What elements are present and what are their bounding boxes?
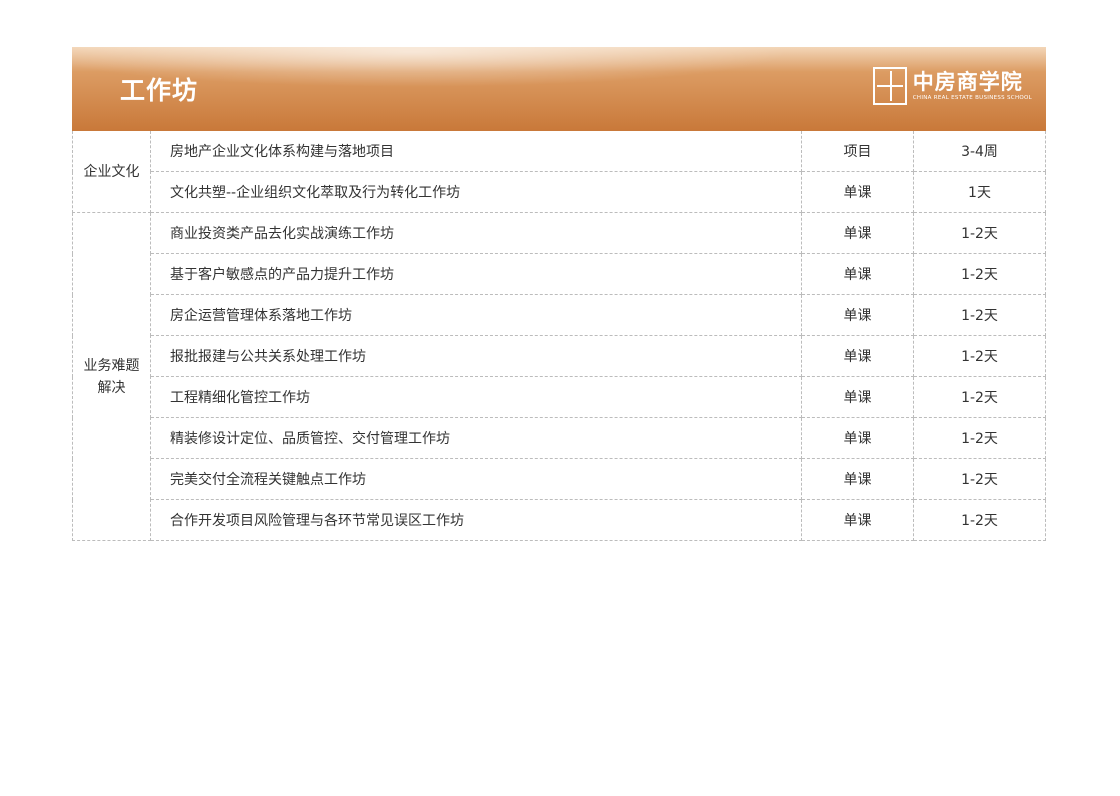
category-label: 业务难题 解决 [83, 357, 140, 396]
course-duration: 1-2天 [913, 417, 1046, 459]
table-row: 企业文化 房地产企业文化体系构建与落地项目 项目 3-4周 [72, 130, 1046, 213]
table-row: 房企运营管理体系落地工作坊 单课 1-2天 [73, 294, 1046, 336]
category-cell: 企业文化 [72, 130, 151, 213]
course-duration: 1-2天 [913, 376, 1046, 418]
course-duration: 1-2天 [913, 212, 1046, 254]
seal-icon [872, 67, 907, 105]
workshop-table: 企业文化 房地产企业文化体系构建与落地项目 项目 3-4周 文化共塑--企业组织… [72, 130, 1046, 541]
course-duration: 1-2天 [913, 458, 1046, 500]
slide-header: 工作坊 中房商学院 CHINA REAL ESTATE BUSINESS SCH… [72, 47, 1046, 130]
logo-subtitle: CHINA REAL ESTATE BUSINESS SCHOOL [912, 95, 1032, 101]
course-type: 项目 [801, 130, 914, 172]
course-name: 完美交付全流程关键触点工作坊 [150, 458, 802, 500]
course-name: 报批报建与公共关系处理工作坊 [150, 335, 802, 377]
course-name: 合作开发项目风险管理与各环节常见误区工作坊 [150, 499, 802, 541]
course-duration: 3-4周 [913, 130, 1046, 172]
course-type: 单课 [801, 417, 914, 459]
course-type: 单课 [801, 458, 914, 500]
school-logo: 中房商学院 CHINA REAL ESTATE BUSINESS SCHOOL [872, 66, 1032, 106]
course-duration: 1天 [913, 171, 1046, 213]
table-row: 报批报建与公共关系处理工作坊 单课 1-2天 [73, 335, 1046, 377]
table-row: 精装修设计定位、品质管控、交付管理工作坊 单课 1-2天 [73, 417, 1046, 459]
course-duration: 1-2天 [913, 499, 1046, 541]
course-name: 商业投资类产品去化实战演练工作坊 [150, 212, 802, 254]
course-name: 工程精细化管控工作坊 [150, 376, 802, 418]
course-duration: 1-2天 [913, 335, 1046, 377]
table-row: 工程精细化管控工作坊 单课 1-2天 [73, 376, 1046, 418]
table-row: 文化共塑--企业组织文化萃取及行为转化工作坊 单课 1天 [73, 171, 1046, 213]
course-type: 单课 [801, 294, 914, 336]
table-row: 业务难题 解决 商业投资类产品去化实战演练工作坊 单课 1-2天 [72, 212, 1046, 541]
course-duration: 1-2天 [913, 294, 1046, 336]
course-name: 房企运营管理体系落地工作坊 [150, 294, 802, 336]
course-name: 文化共塑--企业组织文化萃取及行为转化工作坊 [150, 171, 802, 213]
logo-name: 中房商学院 [912, 69, 1023, 94]
table-row: 基于客户敏感点的产品力提升工作坊 单课 1-2天 [73, 253, 1046, 295]
course-type: 单课 [801, 253, 914, 295]
table-row: 合作开发项目风险管理与各环节常见误区工作坊 单课 1-2天 [73, 499, 1046, 541]
course-name: 精装修设计定位、品质管控、交付管理工作坊 [150, 417, 802, 459]
table-row: 完美交付全流程关键触点工作坊 单课 1-2天 [73, 458, 1046, 500]
course-type: 单课 [801, 335, 914, 377]
slide-title: 工作坊 [120, 76, 199, 105]
course-type: 单课 [801, 499, 914, 541]
course-type: 单课 [801, 171, 914, 213]
course-name: 基于客户敏感点的产品力提升工作坊 [150, 253, 802, 295]
course-name: 房地产企业文化体系构建与落地项目 [150, 130, 802, 172]
category-cell: 业务难题 解决 [72, 212, 151, 541]
course-duration: 1-2天 [913, 253, 1046, 295]
course-type: 单课 [801, 376, 914, 418]
course-type: 单课 [801, 212, 914, 254]
